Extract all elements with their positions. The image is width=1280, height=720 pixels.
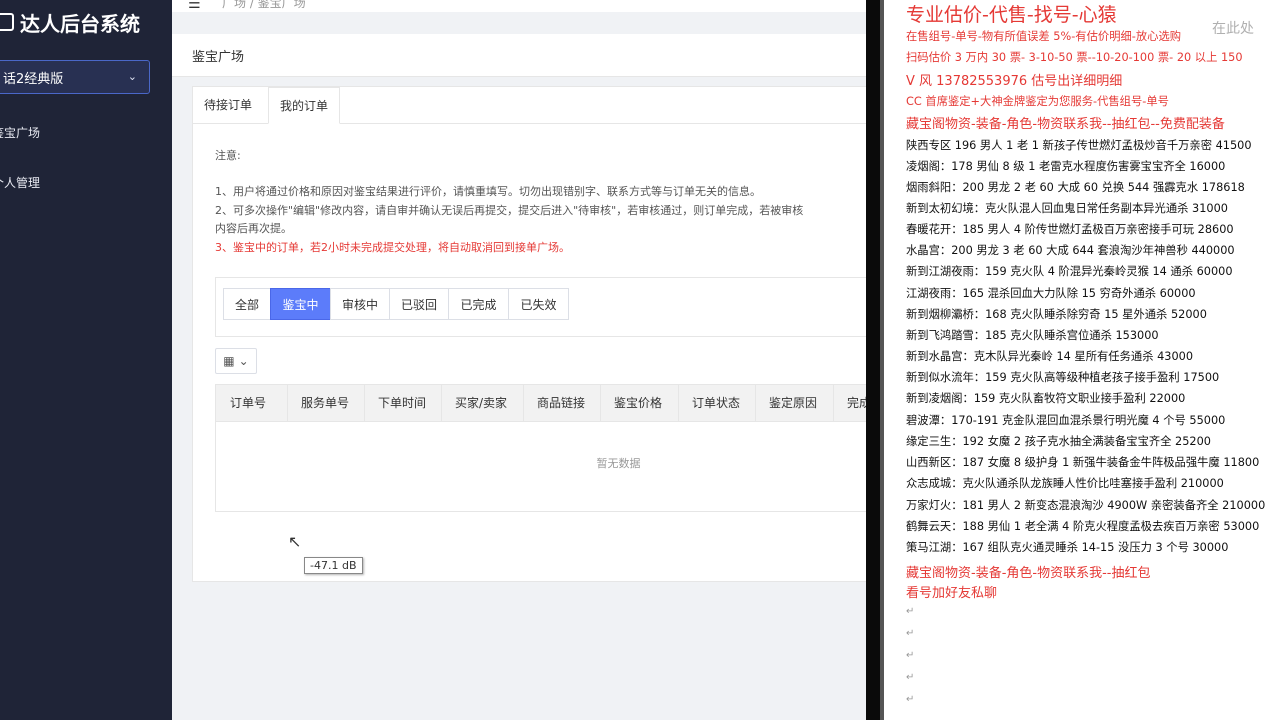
sidebar-item-appraisal-square[interactable]: 鉴宝广场 [0, 124, 40, 141]
column-header: 订单状态 [678, 385, 756, 421]
document-line: 策马江湖：167 组队克火通灵睡杀 14-15 没压力 3 个号 30000 [906, 541, 1229, 554]
mouse-cursor-icon: ↖ [288, 532, 302, 551]
document-line: 江湖夜雨：165 混杀回血大力队除 15 穷奇外通杀 60000 [906, 287, 1196, 300]
document-line: 碧波潭：170-191 克金队混回血混杀景行明光魔 4 个号 55000 [906, 414, 1226, 427]
column-header: 商品链接 [523, 385, 601, 421]
document-line: 扫码估价 3 万内 30 票- 3-10-50 票--10-20-100 票- … [906, 51, 1243, 64]
document-line: 新到水晶宫：克木队异光秦岭 14 星所有任务通杀 43000 [906, 350, 1194, 363]
column-header: 完成 [847, 396, 866, 410]
sidebar-item-personal-management[interactable]: 个人管理 [0, 174, 40, 191]
page-header: 鉴宝广场 [172, 34, 866, 77]
top-bar: ☰ 广场 / 鉴宝广场 [172, 0, 866, 12]
paragraph-mark-icon: ↵ [906, 672, 915, 683]
document-line: 藏宝阁物资-装备-角色-物资联系我--抽红包 [906, 566, 1151, 581]
column-header: 鉴宝价格 [600, 385, 679, 421]
document-line: 山西新区：187 女魔 8 级护身 1 新强牛装备金牛阵极品强牛魔 11800 [906, 456, 1260, 469]
document-line: 水晶宫：200 男龙 3 老 60 大成 644 套浪淘沙年神兽秒 440000 [906, 244, 1235, 257]
column-header: 下单时间 [364, 385, 442, 421]
paragraph-mark-icon: ↵ [906, 694, 915, 705]
column-toggle-button[interactable]: ▦ ⌄ [215, 348, 257, 374]
document-line: 陕西专区 196 男人 1 老 1 新孩子传世燃灯孟极炒音千万亲密 41500 [906, 139, 1252, 152]
order-tabs: 待接订单 我的订单 [193, 87, 866, 124]
filter-reviewing-button[interactable]: 审核中 [330, 288, 390, 320]
column-header: 鉴定原因 [755, 385, 834, 421]
paragraph-mark-icon: ↵ [906, 628, 915, 639]
sidebar: 达人后台系统 话2经典版 ⌄ 鉴宝广场 个人管理 [0, 0, 172, 720]
document-line: 新到烟柳灞桥：168 克火队睡杀除穷奇 15 星外通杀 52000 [906, 308, 1207, 321]
document-line: 看号加好友私聊 [906, 586, 998, 601]
filter-all-button[interactable]: 全部 [223, 288, 271, 320]
grid-icon: ▦ [223, 354, 235, 368]
document-line: 藏宝阁物资-装备-角色-物资联系我--抽红包--免费配装备 [906, 117, 1225, 132]
column-header: 买家/卖家 [441, 385, 524, 421]
document-line: 新到太初幻境：克火队混人回血鬼日常任务副本异光通杀 31000 [906, 202, 1228, 215]
menu-toggle-icon[interactable]: ☰ [188, 0, 201, 12]
status-filter-group: 全部 鉴宝中 审核中 已驳回 已完成 已失效 [215, 277, 866, 337]
filter-appraising-button[interactable]: 鉴宝中 [270, 288, 331, 320]
app-title: 达人后台系统 [20, 11, 140, 36]
document-line: 新到凌烟阁：159 克火队畜牧符文职业接手盈利 22000 [906, 392, 1186, 405]
document-line: 新到江湖夜雨：159 克火队 4 阶混异光秦岭灵猴 14 通杀 60000 [906, 265, 1233, 278]
paragraph-mark-icon: ↵ [906, 650, 915, 661]
document-panel: 专业估价-代售-找号-心猿在售组号-单号-物有所值误差 5%-有估价明细-放心选… [880, 0, 1280, 720]
tab-my-orders[interactable]: 我的订单 [268, 87, 341, 124]
document-line: 专业估价-代售-找号-心猿 [906, 4, 1117, 26]
document-line: 在售组号-单号-物有所值误差 5%-有估价明细-放心选购 [906, 30, 1182, 43]
main-panel: ☰ 广场 / 鉴宝广场 鉴宝广场 待接订单 我的订单 注意: 1、用户将通过价格… [172, 0, 866, 720]
orders-card: 待接订单 我的订单 注意: 1、用户将通过价格和原因对鉴宝结果进行评价，请慎重填… [192, 86, 866, 582]
window-divider [866, 0, 880, 720]
document-line: 鹤舞云天：188 男仙 1 老全满 4 阶克火程度孟极去疾百万亲密 53000 [906, 520, 1260, 533]
app-logo: 达人后台系统 [0, 4, 140, 40]
filter-expired-button[interactable]: 已失效 [508, 288, 569, 320]
empty-state: 暂无数据 [596, 457, 641, 470]
table-header: 订单号 服务单号 下单时间 买家/卖家 商品链接 鉴宝价格 订单状态 鉴定原因 … [216, 385, 866, 422]
notice-3: 3、鉴宝中的订单，若2小时未完成提交处理，将自动取消回到接单广场。 [215, 241, 570, 254]
tab-pending-orders[interactable]: 待接订单 [193, 87, 263, 123]
game-version-value: 话2经典版 [3, 71, 64, 87]
filter-completed-button[interactable]: 已完成 [448, 288, 509, 320]
game-version-select[interactable]: 话2经典版 ⌄ [0, 60, 150, 94]
document-line: 众志成城：克火队通杀队龙族睡人性价比哇塞接手盈利 210000 [906, 477, 1224, 490]
orders-table: 订单号 服务单号 下单时间 买家/卖家 商品链接 鉴宝价格 订单状态 鉴定原因 … [215, 384, 866, 512]
column-header: 服务单号 [287, 385, 365, 421]
document-line: 凌烟阁：178 男仙 8 级 1 老雷克水程度伤害雾宝宝齐全 16000 [906, 160, 1226, 173]
logo-icon [0, 13, 14, 31]
chevron-down-icon: ⌄ [238, 354, 249, 368]
notice-2: 2、可多次操作"编辑"修改内容，请自审并确认无误后再提交，提交后进入"待审核"，… [215, 204, 804, 217]
document-line: 新到似水流年：159 克火队高等级种植老孩子接手盈利 17500 [906, 371, 1220, 384]
document-line: 缘定三生：192 女魔 2 孩子克水抽全满装备宝宝齐全 25200 [906, 435, 1211, 448]
column-header: 订单号 [216, 385, 288, 421]
document-line: 万家灯火：181 男人 2 新变态混浪淘沙 4900W 亲密装备齐全 21000… [906, 499, 1266, 512]
notice-1: 1、用户将通过价格和原因对鉴宝结果进行评价，请慎重填写。切勿出现错别字、联系方式… [215, 185, 761, 198]
notice-2-continued: 内容后再次提。 [215, 222, 292, 235]
notice-title: 注意: [215, 149, 241, 162]
document-line: 烟雨斜阳：200 男龙 2 老 60 大成 60 兑换 544 强霹克水 178… [906, 181, 1245, 194]
document-line: 春暖花开：185 男人 4 阶传世燃灯孟极百万亲密接手可玩 28600 [906, 223, 1234, 236]
document-line: CC 首席鉴定+大神金牌鉴定为您服务-代售组号-单号 [906, 95, 1169, 108]
page-title: 鉴宝广场 [192, 50, 245, 65]
breadcrumb: 广场 / 鉴宝广场 [222, 0, 306, 10]
chevron-down-icon: ⌄ [127, 70, 137, 83]
filter-rejected-button[interactable]: 已驳回 [389, 288, 449, 320]
paragraph-mark-icon: ↵ [906, 606, 915, 617]
document-line: V 风 13782553976 估号出详细明细 [906, 74, 1123, 89]
watermark: 在此处 [1212, 21, 1254, 37]
document-line: 新到飞鸿踏雪：185 克火队睡杀宫位通杀 153000 [906, 329, 1159, 342]
volume-tooltip: -47.1 dB [304, 557, 363, 574]
